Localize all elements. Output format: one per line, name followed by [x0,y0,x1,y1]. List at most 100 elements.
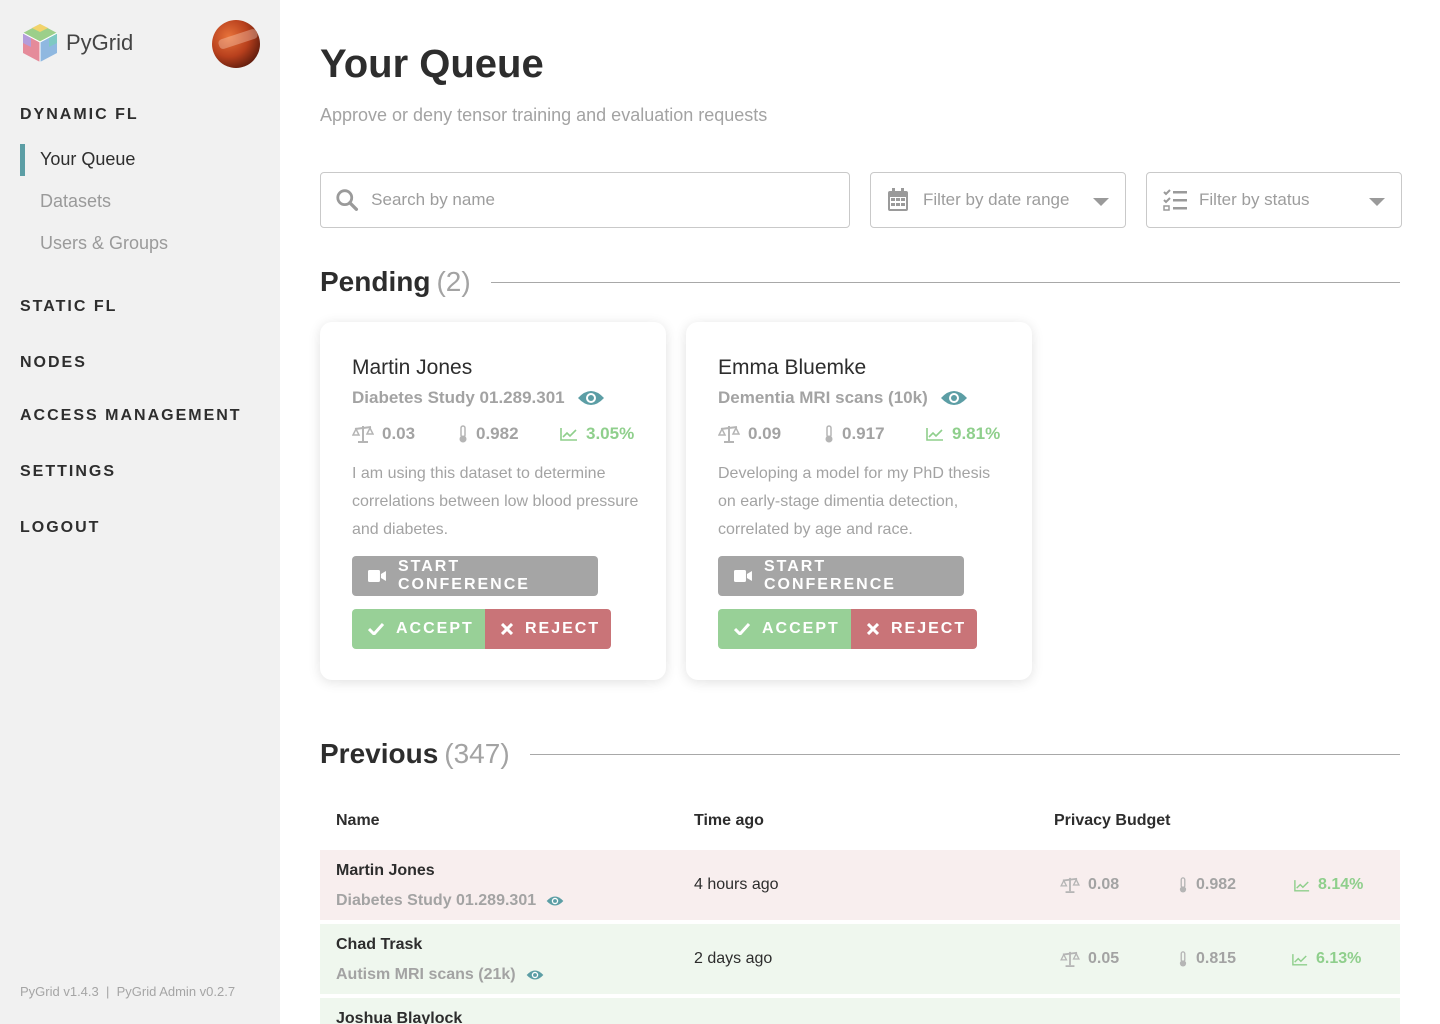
previous-header: Previous (347) [320,738,1400,770]
trend-up-icon [1294,879,1310,892]
active-indicator [20,144,25,176]
accept-button[interactable]: ACCEPT [352,609,485,649]
accept-label: ACCEPT [762,620,840,637]
request-description: I am using this dataset to determine cor… [352,465,639,538]
eye-icon[interactable] [546,895,564,907]
trend-up-icon [926,428,943,441]
sidebar-item-datasets[interactable]: Datasets [40,191,111,212]
scale-icon [1060,877,1080,893]
checklist-icon [1163,189,1187,211]
row-name: Joshua Blaylock [336,1010,463,1024]
row-thermometer: 0.815 [1178,950,1236,968]
nav-section-static-fl[interactable]: STATIC FL [20,298,117,316]
date-range-filter[interactable]: Filter by date range [870,172,1126,228]
thermometer-icon [459,425,467,443]
epsilon-stat: 0.03 [352,424,458,444]
brand[interactable]: PyGrid [20,22,133,64]
row-dataset[interactable]: Diabetes Study 01.289.301 [336,892,564,910]
chevron-down-icon [1093,198,1109,206]
table-row[interactable]: Chad Trask Autism MRI scans (21k) 2 days… [320,924,1400,994]
pending-title: Pending [320,266,431,297]
status-filter[interactable]: Filter by status [1146,172,1402,228]
start-conference-label: START CONFERENCE [763,558,896,593]
row-trend: 8.14% [1294,876,1363,894]
row-time: 4 hours ago [694,876,779,893]
accept-label: ACCEPT [396,620,474,637]
trend-value: 3.05% [586,424,635,443]
eye-icon[interactable] [526,969,544,981]
sidebar-item-users-groups[interactable]: Users & Groups [40,233,168,254]
reject-button[interactable]: REJECT [851,609,977,649]
date-range-placeholder: Filter by date range [923,190,1070,209]
search-input[interactable] [371,190,849,210]
eye-icon[interactable] [577,389,605,407]
sidebar: PyGrid DYNAMIC FL Your Queue Datasets Us… [0,0,280,1024]
row-name: Martin Jones [336,862,435,879]
eye-icon[interactable] [940,389,968,407]
epsilon-stat: 0.09 [718,424,824,444]
row-epsilon: 0.05 [1060,950,1119,968]
start-conference-button[interactable]: START CONFERENCE [352,556,598,596]
pending-header: Pending (2) [320,266,1400,298]
epsilon-value: 0.09 [748,424,782,443]
start-conference-button[interactable]: START CONFERENCE [718,556,964,596]
dataset-link[interactable]: Dementia MRI scans (10k) [718,388,968,408]
trend-value: 9.81% [952,424,1001,443]
divider [529,753,1400,755]
divider [490,281,1400,283]
accept-button[interactable]: ACCEPT [718,609,851,649]
version-info: PyGrid v1.4.3 | PyGrid Admin v0.2.7 [20,984,236,999]
column-header-time[interactable]: Time ago [694,812,764,830]
reject-label: REJECT [525,620,601,637]
video-camera-icon [734,570,752,582]
trend-value: 6.13% [1316,950,1362,967]
thermometer-stat: 0.982 [458,424,560,444]
trend-up-icon [1292,953,1308,966]
close-icon [501,623,513,635]
row-dataset-name: Autism MRI scans (21k) [336,966,516,983]
avatar[interactable] [212,20,260,68]
epsilon-value: 0.08 [1088,876,1120,893]
video-camera-icon [368,570,386,582]
nav-section-nodes[interactable]: NODES [20,354,87,372]
start-conference-label: START CONFERENCE [397,558,530,593]
nav-section-logout[interactable]: LOGOUT [20,519,100,537]
pending-count: (2) [436,266,471,297]
check-icon [368,623,384,635]
status-placeholder: Filter by status [1199,190,1310,209]
row-time: 2 days ago [694,950,773,967]
table-row[interactable]: Martin Jones Diabetes Study 01.289.301 4… [320,850,1400,920]
calendar-icon [888,188,908,211]
scale-icon [352,426,374,443]
dataset-link[interactable]: Diabetes Study 01.289.301 [352,388,605,408]
dataset-name: Dementia MRI scans (10k) [718,388,928,407]
decision-buttons: ACCEPT REJECT [352,609,611,649]
nav-section-dynamic-fl[interactable]: DYNAMIC FL [20,106,139,124]
search-field[interactable] [320,172,850,228]
column-header-privacy-budget[interactable]: Privacy Budget [1054,812,1170,830]
reject-button[interactable]: REJECT [485,609,611,649]
sidebar-item-your-queue[interactable]: Your Queue [40,149,135,170]
privacy-stats: 0.03 0.982 3.05% [352,424,634,444]
trend-up-icon [560,428,577,441]
nav-section-access-management[interactable]: ACCESS MANAGEMENT [20,407,242,425]
table-header: Name Time ago Privacy Budget [320,808,1400,836]
table-row[interactable]: Joshua Blaylock [320,998,1400,1024]
brand-name: PyGrid [66,30,134,55]
requester-name: Martin Jones [352,356,473,379]
decision-buttons: ACCEPT REJECT [718,609,977,649]
previous-title: Previous [320,738,439,769]
privacy-stats: 0.09 0.917 9.81% [718,424,1000,444]
thermometer-stat: 0.917 [824,424,926,444]
trend-stat: 9.81% [926,424,1000,444]
page-subtitle: Approve or deny tensor training and eval… [320,105,768,125]
requester-name: Emma Bluemke [718,356,867,379]
row-epsilon: 0.08 [1060,876,1119,894]
thermometer-value: 0.982 [476,424,519,443]
check-icon [734,623,750,635]
row-dataset[interactable]: Autism MRI scans (21k) [336,966,544,984]
column-header-name[interactable]: Name [336,812,380,830]
thermometer-value: 0.982 [1196,876,1237,893]
nav-section-settings[interactable]: SETTINGS [20,463,116,481]
chevron-down-icon [1369,198,1385,206]
